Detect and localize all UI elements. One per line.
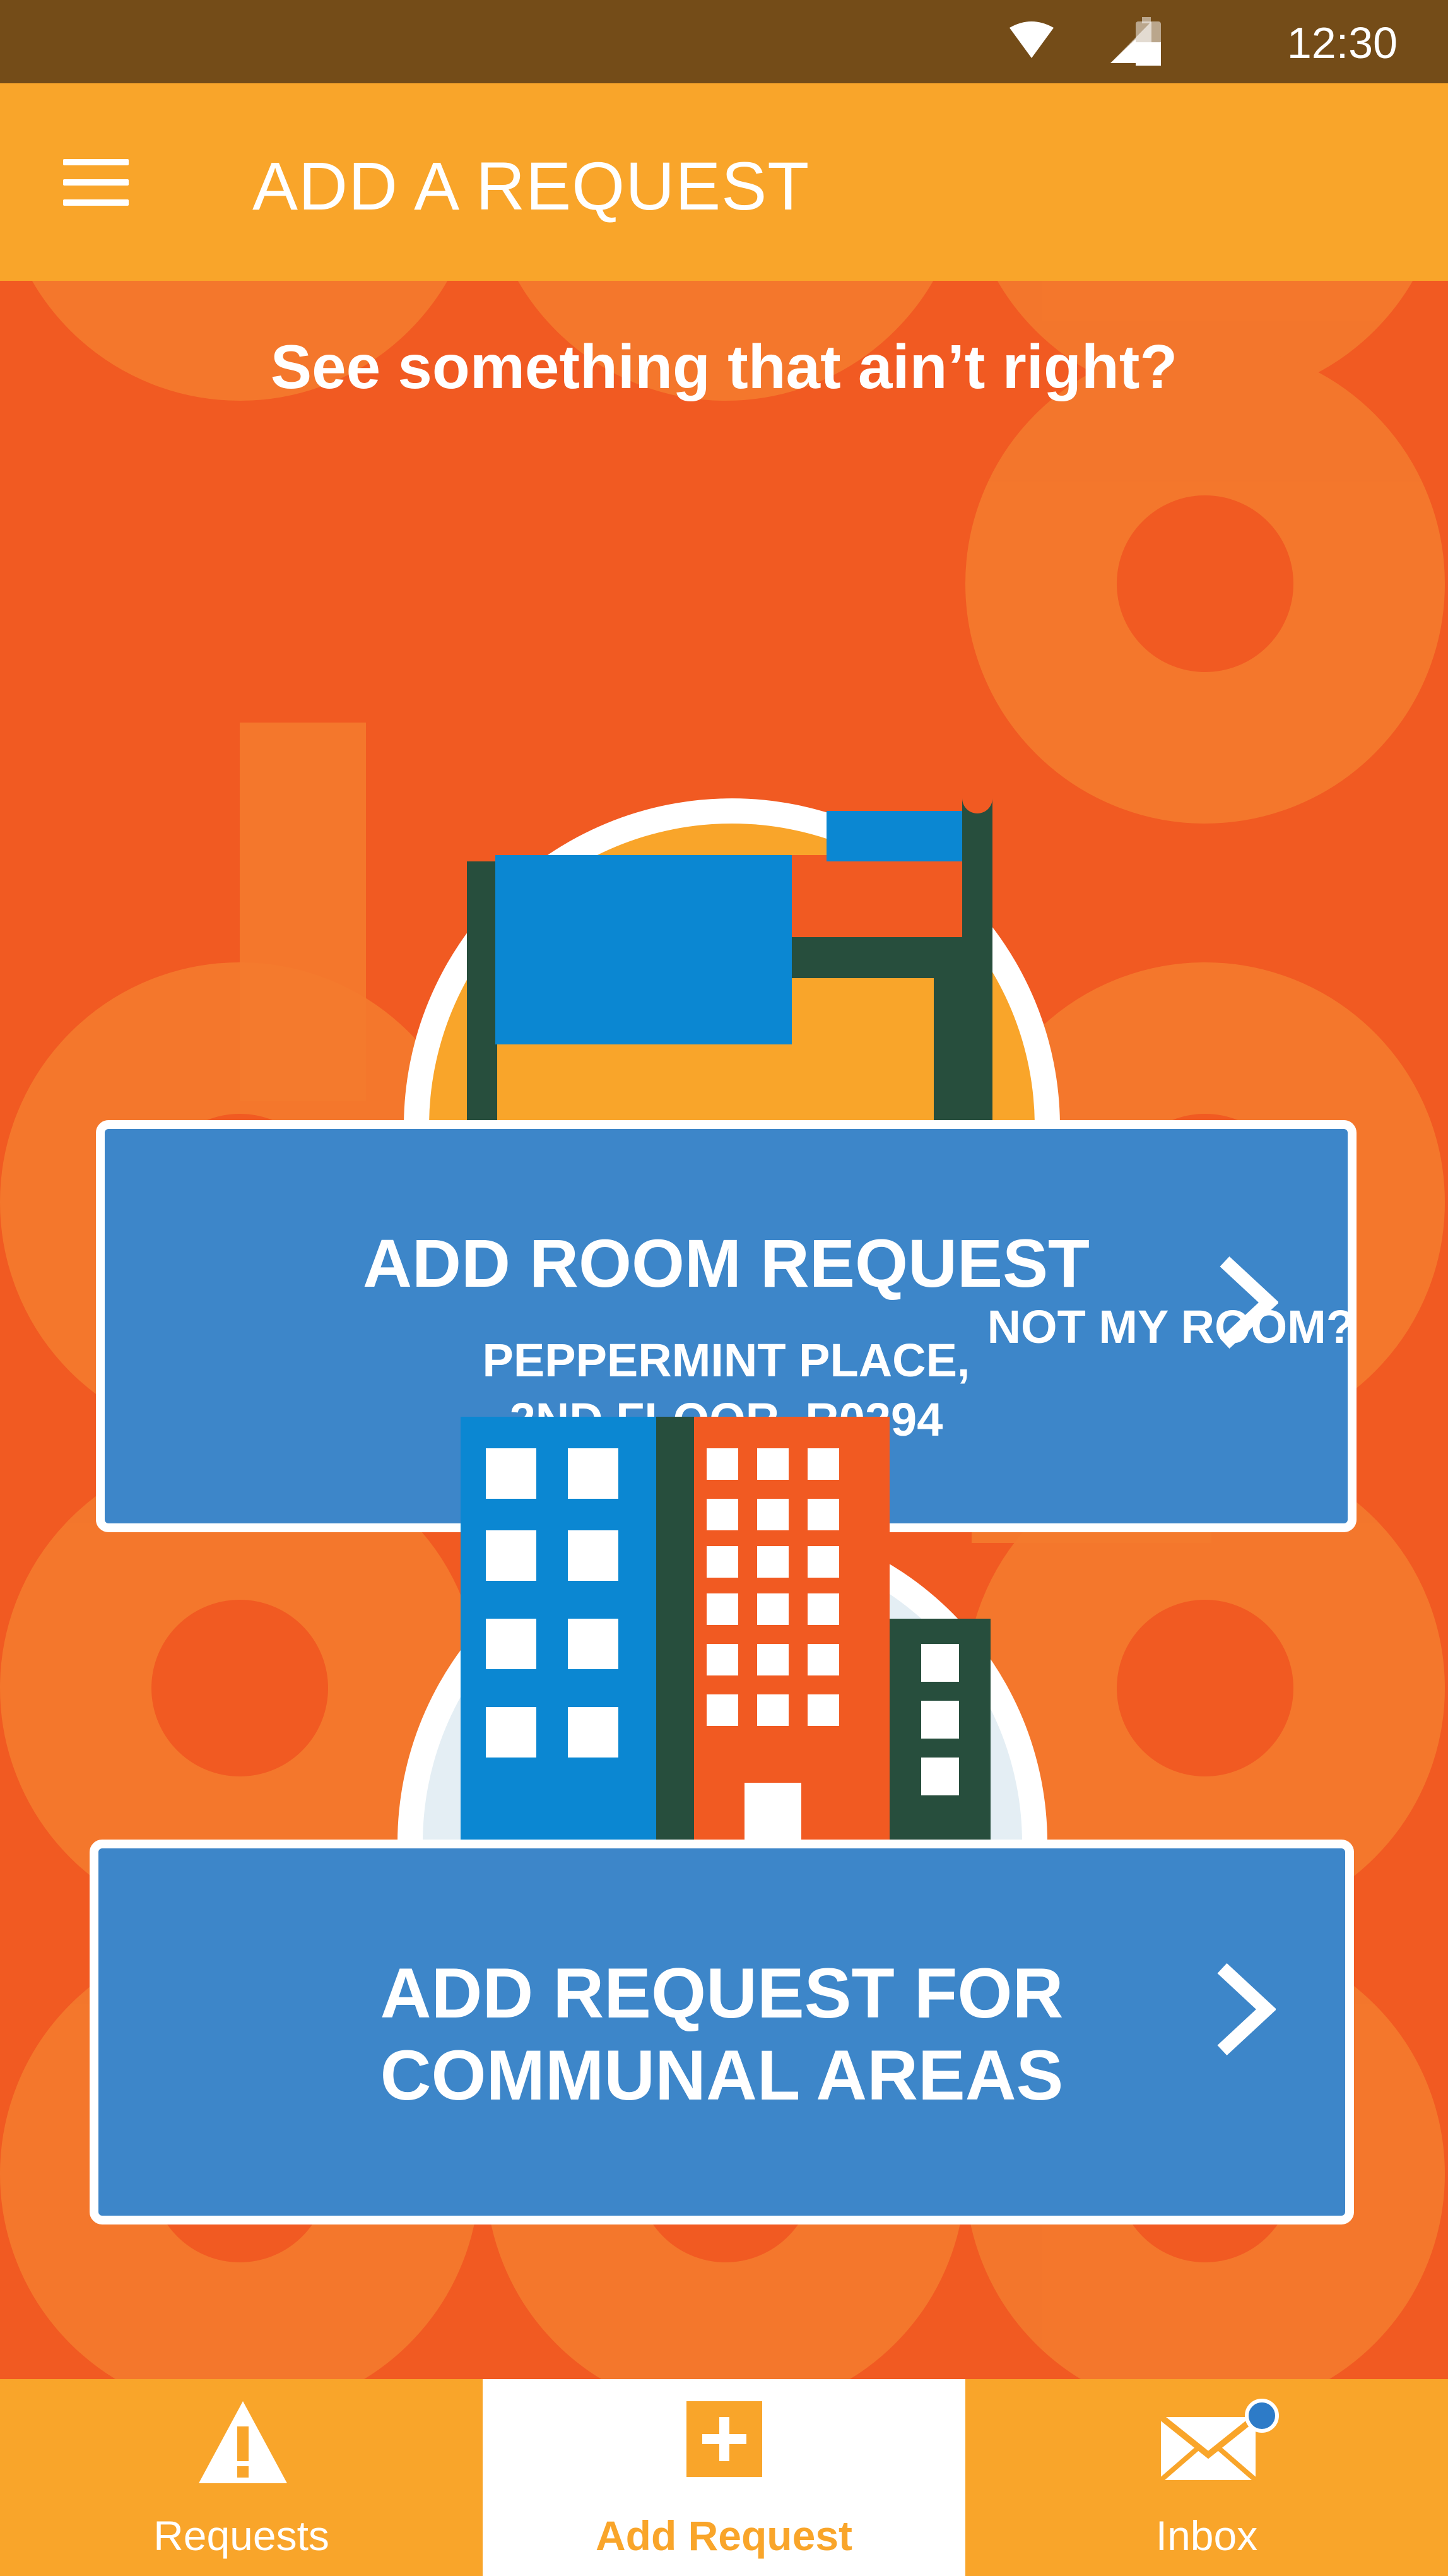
chevron-right-icon (1217, 1963, 1276, 2056)
status-bar: 12:30 (0, 0, 1448, 83)
nav-requests-label: Requests (153, 2512, 329, 2559)
add-communal-request-button[interactable]: ADD REQUEST FOR COMMUNAL AREAS (90, 1840, 1354, 2224)
wifi-icon (1009, 21, 1054, 58)
warning-icon (199, 2401, 287, 2483)
bottom-navigation: Requests Add Request Inbox (0, 2379, 1448, 2576)
not-my-room-link[interactable]: NOT MY ROOM? (987, 1300, 1355, 1354)
tagline: See something that ain’t right? (270, 332, 1178, 401)
nav-add-request[interactable]: Add Request (483, 2379, 965, 2576)
communal-title-line2: COMMUNAL AREAS (380, 2036, 1064, 2115)
page-title: ADD A REQUEST (252, 148, 810, 224)
inbox-badge (1245, 2399, 1279, 2433)
hamburger-menu-icon[interactable] (63, 159, 129, 207)
communal-request-title: ADD REQUEST FOR COMMUNAL AREAS (98, 1953, 1345, 2117)
nav-requests[interactable]: Requests (0, 2379, 483, 2576)
mail-icon (1158, 2399, 1279, 2483)
main-content: See something that ain’t right? ADD ROOM… (0, 281, 1448, 2379)
buildings-illustration (397, 1417, 1047, 1843)
communal-title-line1: ADD REQUEST FOR (380, 1954, 1064, 2033)
room-request-title: ADD ROOM REQUEST (362, 1225, 1090, 1301)
status-time: 12:30 (1286, 18, 1398, 68)
bed-illustration (404, 783, 1060, 1126)
plus-icon (686, 2401, 762, 2477)
nav-inbox-label: Inbox (1155, 2512, 1258, 2559)
nav-add-request-label: Add Request (595, 2512, 853, 2559)
nav-inbox[interactable]: Inbox (965, 2379, 1448, 2576)
status-icons (1009, 17, 1161, 66)
app-bar: ADD A REQUEST (0, 83, 1448, 281)
battery-icon (1136, 17, 1161, 66)
